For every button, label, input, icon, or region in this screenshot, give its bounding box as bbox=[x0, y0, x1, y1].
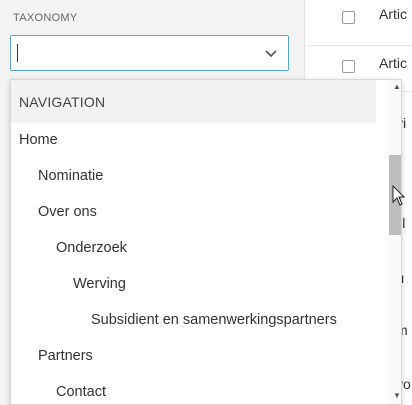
option-label: Nominatie bbox=[38, 168, 104, 184]
option-label: Home bbox=[19, 132, 58, 148]
option-label: Onderzoek bbox=[56, 240, 127, 256]
table-row[interactable]: Artic bbox=[306, 0, 412, 46]
dropdown-scrollbar[interactable]: ▲ ▼ bbox=[388, 80, 401, 404]
option-label: Werving bbox=[73, 276, 126, 292]
dropdown-group-header: NAVIGATION bbox=[11, 80, 376, 123]
mouse-pointer-icon bbox=[392, 185, 406, 206]
option-over-ons[interactable]: Over ons bbox=[11, 195, 376, 231]
option-contact[interactable]: Contact bbox=[11, 375, 376, 404]
option-partners[interactable]: Partners bbox=[11, 339, 376, 375]
option-nominatie[interactable]: Nominatie bbox=[11, 159, 376, 195]
option-home[interactable]: Home bbox=[11, 123, 376, 159]
chevron-down-icon[interactable] bbox=[264, 48, 278, 58]
option-label: Partners bbox=[38, 348, 93, 364]
row-checkbox[interactable] bbox=[342, 11, 355, 24]
option-label: Contact bbox=[56, 384, 106, 400]
group-header-label: NAVIGATION bbox=[19, 94, 106, 110]
row-title[interactable]: Artic bbox=[379, 55, 407, 71]
option-onderzoek[interactable]: Onderzoek bbox=[11, 231, 376, 267]
option-label: Subsidient en samenwerkingspartners bbox=[91, 312, 337, 328]
option-subsidient[interactable]: Subsidient en samenwerkingspartners bbox=[11, 303, 376, 339]
row-checkbox[interactable] bbox=[342, 60, 355, 73]
option-werving[interactable]: Werving bbox=[11, 267, 376, 303]
taxonomy-label: TAXONOMY bbox=[13, 12, 78, 24]
option-label: Over ons bbox=[38, 204, 97, 220]
scroll-up-arrow-icon[interactable]: ▲ bbox=[393, 82, 401, 91]
row-title[interactable]: Artic bbox=[379, 6, 407, 22]
text-caret bbox=[17, 44, 18, 62]
taxonomy-select[interactable] bbox=[10, 35, 289, 71]
scroll-down-arrow-icon[interactable]: ▼ bbox=[393, 391, 401, 400]
taxonomy-dropdown: NAVIGATION Home Nominatie Over ons Onder… bbox=[10, 79, 402, 405]
